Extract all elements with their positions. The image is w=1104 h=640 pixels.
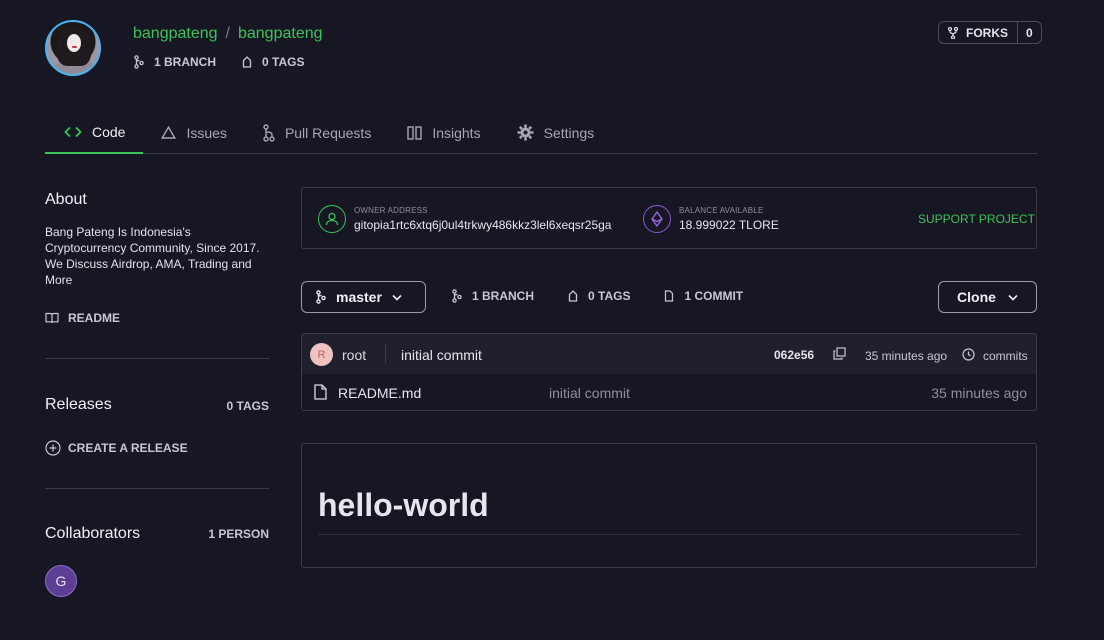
commit-time: 35 minutes ago <box>865 349 948 363</box>
tab-settings-label: Settings <box>543 124 595 141</box>
owner-address-block: OWNER ADDRESS gitopia1rtc6xtq6j0ul4trkwy… <box>318 205 611 233</box>
clock-icon <box>962 348 975 361</box>
chevron-down-icon <box>1008 294 1018 301</box>
file-table: R root initial commit 062e56 35 minutes … <box>301 333 1037 411</box>
collaborators-count: 1 PERSON <box>208 527 269 541</box>
releases-tags-count[interactable]: 0 TAGS <box>227 399 269 413</box>
repo-tags-label: 0 TAGS <box>262 55 305 69</box>
repo-branches-label: 1 BRANCH <box>154 55 217 69</box>
code-icon <box>64 126 82 138</box>
branch-icon <box>452 289 462 303</box>
tab-issues-label: Issues <box>186 124 227 141</box>
balance-block: BALANCE AVAILABLE 18.999022 TLORE <box>643 205 779 233</box>
table-row[interactable]: README.md initial commit 35 minutes ago <box>302 374 1036 410</box>
branch-icon <box>134 55 144 69</box>
forks-label: FORKS <box>966 25 1008 40</box>
file-name[interactable]: README.md <box>338 385 421 401</box>
collaborator-avatar[interactable]: G <box>45 565 77 597</box>
tab-settings[interactable]: Settings <box>499 112 613 153</box>
readme-link[interactable]: README <box>45 311 120 325</box>
tab-code-label: Code <box>92 124 126 140</box>
tag-icon <box>568 290 578 302</box>
gear-icon <box>517 124 534 141</box>
repo-tabs: Code Issues Pull Requests Insights Setti… <box>45 112 1037 154</box>
file-commit-message[interactable]: initial commit <box>549 385 630 401</box>
copy-icon[interactable] <box>833 347 846 360</box>
branch-stats: 1 BRANCH 0 TAGS 1 COMMIT <box>452 289 777 303</box>
divider <box>45 358 269 359</box>
divider <box>318 534 1020 535</box>
repo-tags-link[interactable]: 0 TAGS <box>242 55 304 69</box>
divider <box>385 344 386 364</box>
chevron-down-icon <box>392 294 402 301</box>
forks-count: 0 <box>1026 25 1033 40</box>
commits-count: 1 COMMIT <box>684 289 744 303</box>
book-icon <box>45 312 59 324</box>
tab-code[interactable]: Code <box>45 112 144 154</box>
tab-pull-requests-label: Pull Requests <box>284 124 372 141</box>
support-project-button[interactable]: SUPPORT PROJECT <box>918 212 1035 226</box>
readme-heading: hello-world <box>318 487 489 523</box>
insights-icon <box>407 125 423 140</box>
collaborators-heading: Collaborators <box>45 525 141 542</box>
token-icon <box>643 205 671 233</box>
branch-icon <box>316 290 326 304</box>
commits-history-link[interactable]: commits <box>983 349 1028 363</box>
tag-icon <box>242 56 252 68</box>
owner-address-label: OWNER ADDRESS <box>354 206 428 215</box>
fork-icon <box>948 26 958 39</box>
branch-selector-label: master <box>336 289 382 305</box>
repo-owner-link[interactable]: bangpateng <box>133 25 218 43</box>
commit-author-avatar[interactable]: R <box>310 343 333 366</box>
forks-button[interactable]: FORKS 0 <box>938 21 1042 44</box>
branches-link[interactable]: 1 BRANCH <box>452 289 534 303</box>
tab-insights[interactable]: Insights <box>389 112 498 153</box>
latest-commit-row: R root initial commit 062e56 35 minutes … <box>302 334 1036 374</box>
about-heading: About <box>45 191 87 208</box>
repo-name-link[interactable]: bangpateng <box>238 25 323 43</box>
issues-icon <box>161 126 177 139</box>
file-icon <box>314 384 327 400</box>
file-icon <box>665 290 674 302</box>
repo-branches-link[interactable]: 1 BRANCH <box>134 55 216 69</box>
file-commit-time: 35 minutes ago <box>931 385 1027 401</box>
tab-pull-requests[interactable]: Pull Requests <box>245 112 389 153</box>
tags-count: 0 TAGS <box>588 289 631 303</box>
clone-button-label: Clone <box>957 289 996 305</box>
repo-title-separator: / <box>225 25 230 42</box>
divider <box>45 488 269 489</box>
owner-address: gitopia1rtc6xtq6j0ul4trkwy486kkz3lel6xeq… <box>354 218 612 232</box>
commit-message[interactable]: initial commit <box>401 347 482 363</box>
create-release-link[interactable]: CREATE A RELEASE <box>45 440 188 456</box>
plus-circle-icon <box>45 440 61 456</box>
tab-issues[interactable]: Issues <box>143 112 244 153</box>
tags-link[interactable]: 0 TAGS <box>568 289 630 303</box>
pull-request-icon <box>263 123 275 142</box>
balance-value: 18.999022 TLORE <box>679 218 779 232</box>
commit-author[interactable]: root <box>342 347 366 363</box>
repo-title: bangpateng / bangpateng <box>133 25 323 43</box>
user-icon <box>318 205 346 233</box>
releases-heading: Releases <box>45 396 112 413</box>
branches-count: 1 BRANCH <box>472 289 535 303</box>
readme-panel: hello-world <box>301 443 1037 568</box>
commits-link[interactable]: 1 COMMIT <box>664 289 743 303</box>
clone-button[interactable]: Clone <box>938 281 1037 313</box>
balance-label: BALANCE AVAILABLE <box>679 206 764 215</box>
readme-link-label: README <box>68 311 121 325</box>
repo-meta: 1 BRANCH 0 TAGS <box>134 55 330 69</box>
tab-insights-label: Insights <box>432 124 481 141</box>
commit-hash[interactable]: 062e56 <box>774 348 814 362</box>
branch-selector[interactable]: master <box>301 281 426 313</box>
repo-owner-avatar[interactable] <box>45 20 101 76</box>
about-description: Bang Pateng Is Indonesia's Cryptocurrenc… <box>45 225 260 287</box>
create-release-label: CREATE A RELEASE <box>68 441 188 455</box>
